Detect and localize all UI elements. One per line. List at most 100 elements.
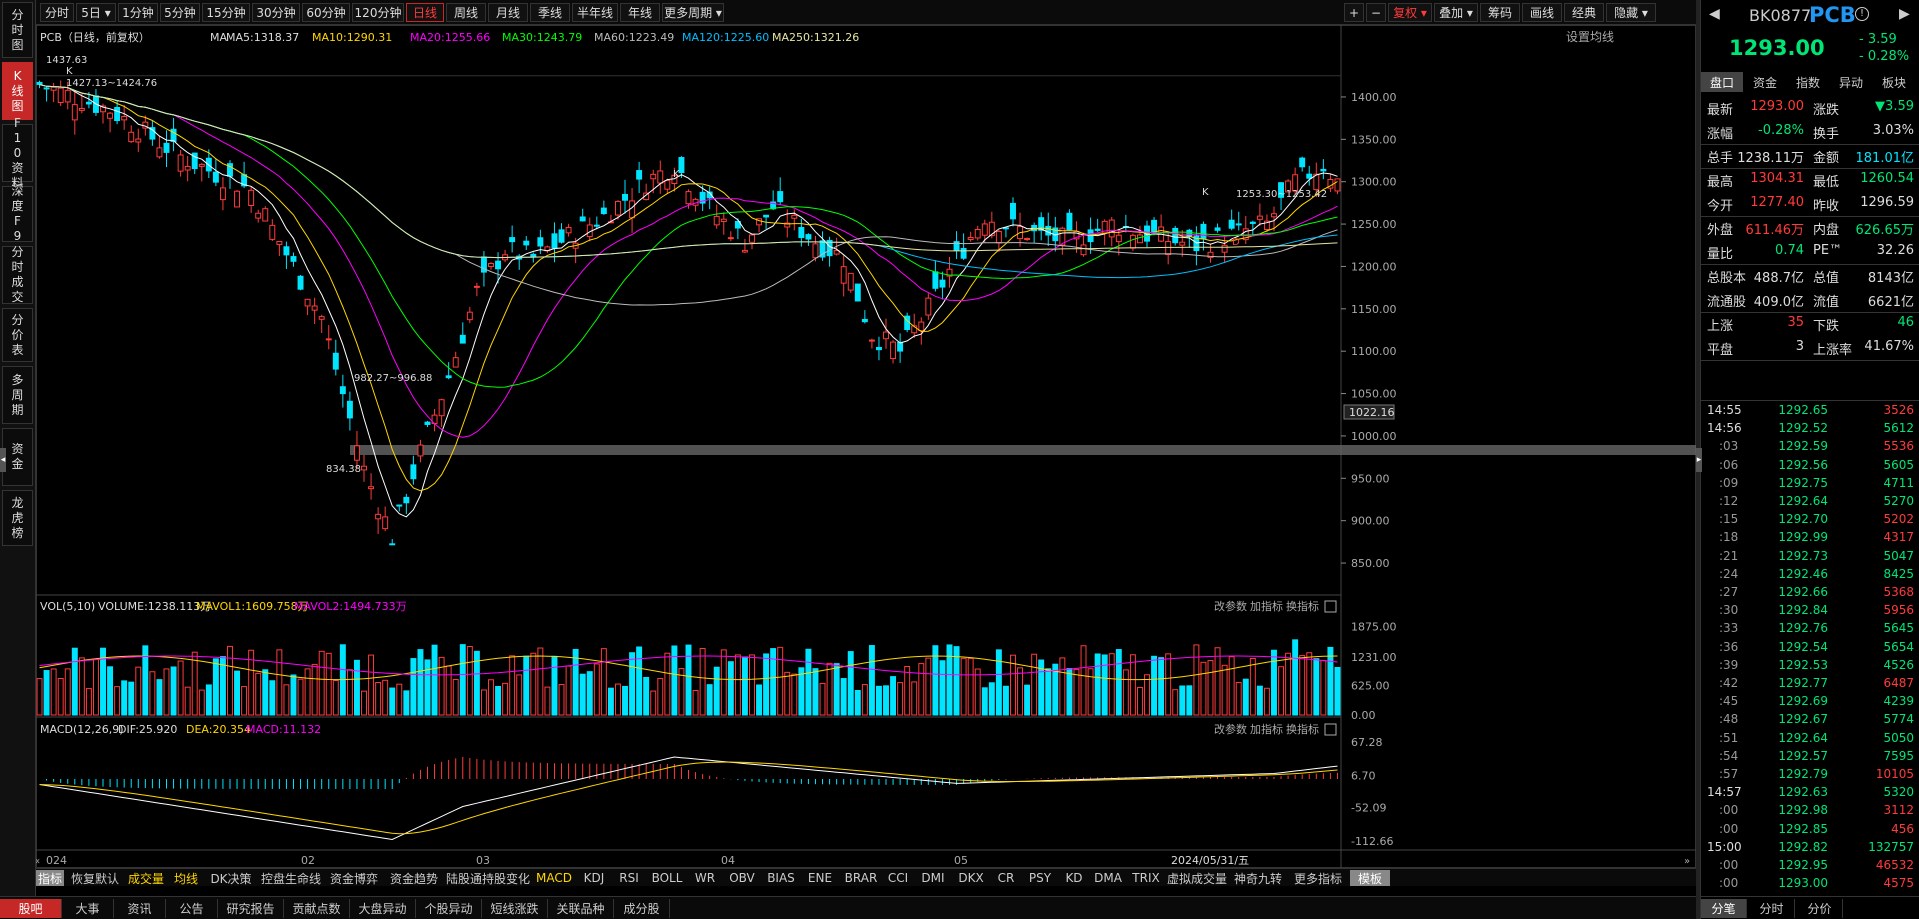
period-tab-3[interactable]: 5分钟 (160, 3, 200, 22)
period-tab-1[interactable]: 5日 ▾ (76, 3, 116, 22)
indicator-tab-27[interactable]: 神奇九转 (1230, 870, 1286, 886)
indicator-tab-25[interactable]: TRIX (1128, 870, 1164, 886)
indicator-tab-15[interactable]: BIAS (764, 870, 798, 886)
close-icon[interactable] (1324, 723, 1337, 736)
left-nav-item-3[interactable]: 深度F9 (2, 184, 33, 243)
toolbar-right-0[interactable]: + (1344, 3, 1364, 22)
bottom-tab-10[interactable]: 成分股 (614, 899, 670, 918)
period-tab-12[interactable]: 半年线 (572, 3, 618, 22)
tick-tab-2[interactable]: 分价 (1797, 899, 1843, 918)
left-nav-item-2[interactable]: F10资料 (2, 116, 33, 190)
left-nav-item-1[interactable]: K线图 (2, 62, 33, 120)
chevron-right-icon[interactable]: ▶ (1899, 6, 1910, 22)
close-icon[interactable] (1324, 600, 1337, 613)
macd-action-0[interactable]: 改参数 (1214, 722, 1247, 736)
bottom-tab-6[interactable]: 大盘异动 (350, 899, 416, 918)
left-nav-item-6[interactable]: 多周期 (2, 366, 33, 424)
indicator-tab-9[interactable]: MACD (534, 870, 574, 886)
left-nav-item-4[interactable]: 分时成交 (2, 245, 33, 304)
indicator-tab-7[interactable]: 资金趋势 (386, 870, 442, 886)
ma-settings-button[interactable]: 设置均线 (1566, 30, 1614, 44)
indicator-tab-13[interactable]: WR (690, 870, 720, 886)
bottom-tab-5[interactable]: 贡献点数 (284, 899, 350, 918)
toolbar-right-3[interactable]: 叠加 ▾ (1434, 3, 1478, 22)
indicator-tab-3[interactable]: 均线 (170, 870, 202, 886)
indicator-tab-29[interactable]: 模板 (1350, 870, 1390, 886)
quote-tab-4[interactable]: 板块 (1873, 72, 1915, 92)
quote-tab-0[interactable]: 盘口 (1701, 72, 1743, 92)
bottom-tab-3[interactable]: 公告 (166, 899, 218, 918)
indicator-tab-24[interactable]: DMA (1092, 870, 1124, 886)
period-tab-2[interactable]: 1分钟 (118, 3, 158, 22)
bottom-tab-8[interactable]: 短线涨跌 (482, 899, 548, 918)
chevron-left-icon[interactable]: ◀ (1709, 6, 1720, 22)
period-tab-11[interactable]: 季线 (530, 3, 570, 22)
scroll-left-icon[interactable]: « (36, 856, 40, 867)
period-tab-5[interactable]: 30分钟 (252, 3, 300, 22)
macd-action-1[interactable]: 加指标 (1250, 722, 1283, 736)
indicator-tab-12[interactable]: BOLL (648, 870, 686, 886)
left-nav-item-7[interactable]: 资金 (2, 428, 33, 486)
period-tab-0[interactable]: 分时 (40, 3, 74, 22)
collapse-left-icon[interactable]: ◂ (0, 448, 6, 472)
bottom-tab-1[interactable]: 大事 (62, 899, 114, 918)
bottom-tab-9[interactable]: 关联品种 (548, 899, 614, 918)
indicator-tab-23[interactable]: KD (1060, 870, 1088, 886)
macd-action-2[interactable]: 换指标 (1286, 722, 1319, 736)
indicator-tab-20[interactable]: DKX (954, 870, 988, 886)
quote-tab-2[interactable]: 指数 (1787, 72, 1829, 92)
collapse-right-icon[interactable]: ▸ (1696, 448, 1702, 472)
period-tab-10[interactable]: 月线 (488, 3, 528, 22)
indicator-tab-17[interactable]: BRAR (842, 870, 880, 886)
period-tab-8[interactable]: 日线 (406, 3, 444, 22)
toolbar-right-1[interactable]: − (1366, 3, 1386, 22)
vol-action-1[interactable]: 加指标 (1250, 599, 1283, 613)
indicator-tab-0[interactable]: 指标 (36, 870, 64, 886)
tick-tab-0[interactable]: 分笔 (1701, 899, 1747, 918)
quote-tab-3[interactable]: 异动 (1830, 72, 1872, 92)
toolbar-right-6[interactable]: 经典 (1564, 3, 1604, 22)
tick-row: :36 1292.54 5654 (1701, 638, 1919, 657)
indicator-tab-19[interactable]: DMI (916, 870, 950, 886)
toolbar-right-7[interactable]: 隐藏 ▾ (1606, 3, 1656, 22)
left-nav-item-0[interactable]: 分时图 (2, 2, 33, 58)
bottom-tab-4[interactable]: 研究报告 (218, 899, 284, 918)
toolbar-right-2[interactable]: 复权 ▾ (1388, 3, 1432, 22)
tick-tab-1[interactable]: 分时 (1749, 899, 1795, 918)
quote-tab-1[interactable]: 资金 (1744, 72, 1786, 92)
indicator-tab-26[interactable]: 虚拟成交量 (1167, 870, 1227, 886)
left-nav-item-8[interactable]: 龙虎榜 (2, 490, 33, 546)
left-nav-item-5[interactable]: 分价表 (2, 308, 33, 362)
period-tab-9[interactable]: 周线 (446, 3, 486, 22)
indicator-tab-1[interactable]: 恢复默认 (68, 870, 122, 886)
indicator-tab-2[interactable]: 成交量 (126, 870, 166, 886)
period-tab-7[interactable]: 120分钟 (352, 3, 404, 22)
indicator-tab-11[interactable]: RSI (614, 870, 644, 886)
indicator-tab-5[interactable]: 控盘生命线 (260, 870, 322, 886)
period-tab-4[interactable]: 15分钟 (202, 3, 250, 22)
info-icon[interactable]: ! (1855, 7, 1869, 21)
indicator-tab-8[interactable]: 陆股通持股变化 (446, 870, 530, 886)
price-tick-label: 1150.00 (1351, 303, 1397, 316)
indicator-tab-21[interactable]: CR (992, 870, 1020, 886)
indicator-tab-14[interactable]: OBV (724, 870, 760, 886)
vol-action-0[interactable]: 改参数 (1214, 599, 1247, 613)
period-tab-14[interactable]: 更多周期 ▾ (662, 3, 724, 22)
toolbar-right-5[interactable]: 画线 (1522, 3, 1562, 22)
kline-chart-area[interactable]: PCB（日线，前复权） MAMA5:1318.37 MA10:1290.31 MA20… (36, 25, 1696, 868)
toolbar-right-4[interactable]: 筹码 (1480, 3, 1520, 22)
bottom-tab-7[interactable]: 个股异动 (416, 899, 482, 918)
indicator-tab-22[interactable]: PSY (1024, 870, 1056, 886)
indicator-tab-10[interactable]: KDJ (578, 870, 610, 886)
scroll-right-icon[interactable]: » (1684, 856, 1690, 867)
indicator-tab-6[interactable]: 资金博弈 (326, 870, 382, 886)
indicator-tab-18[interactable]: CCI (884, 870, 912, 886)
bottom-tab-0[interactable]: 股吧 (0, 899, 62, 918)
indicator-tab-28[interactable]: 更多指标 (1290, 870, 1346, 886)
bottom-tab-2[interactable]: 资讯 (114, 899, 166, 918)
period-tab-6[interactable]: 60分钟 (302, 3, 350, 22)
period-tab-13[interactable]: 年线 (620, 3, 660, 22)
vol-action-2[interactable]: 换指标 (1286, 599, 1319, 613)
indicator-tab-4[interactable]: DK决策 (206, 870, 256, 886)
indicator-tab-16[interactable]: ENE (802, 870, 838, 886)
